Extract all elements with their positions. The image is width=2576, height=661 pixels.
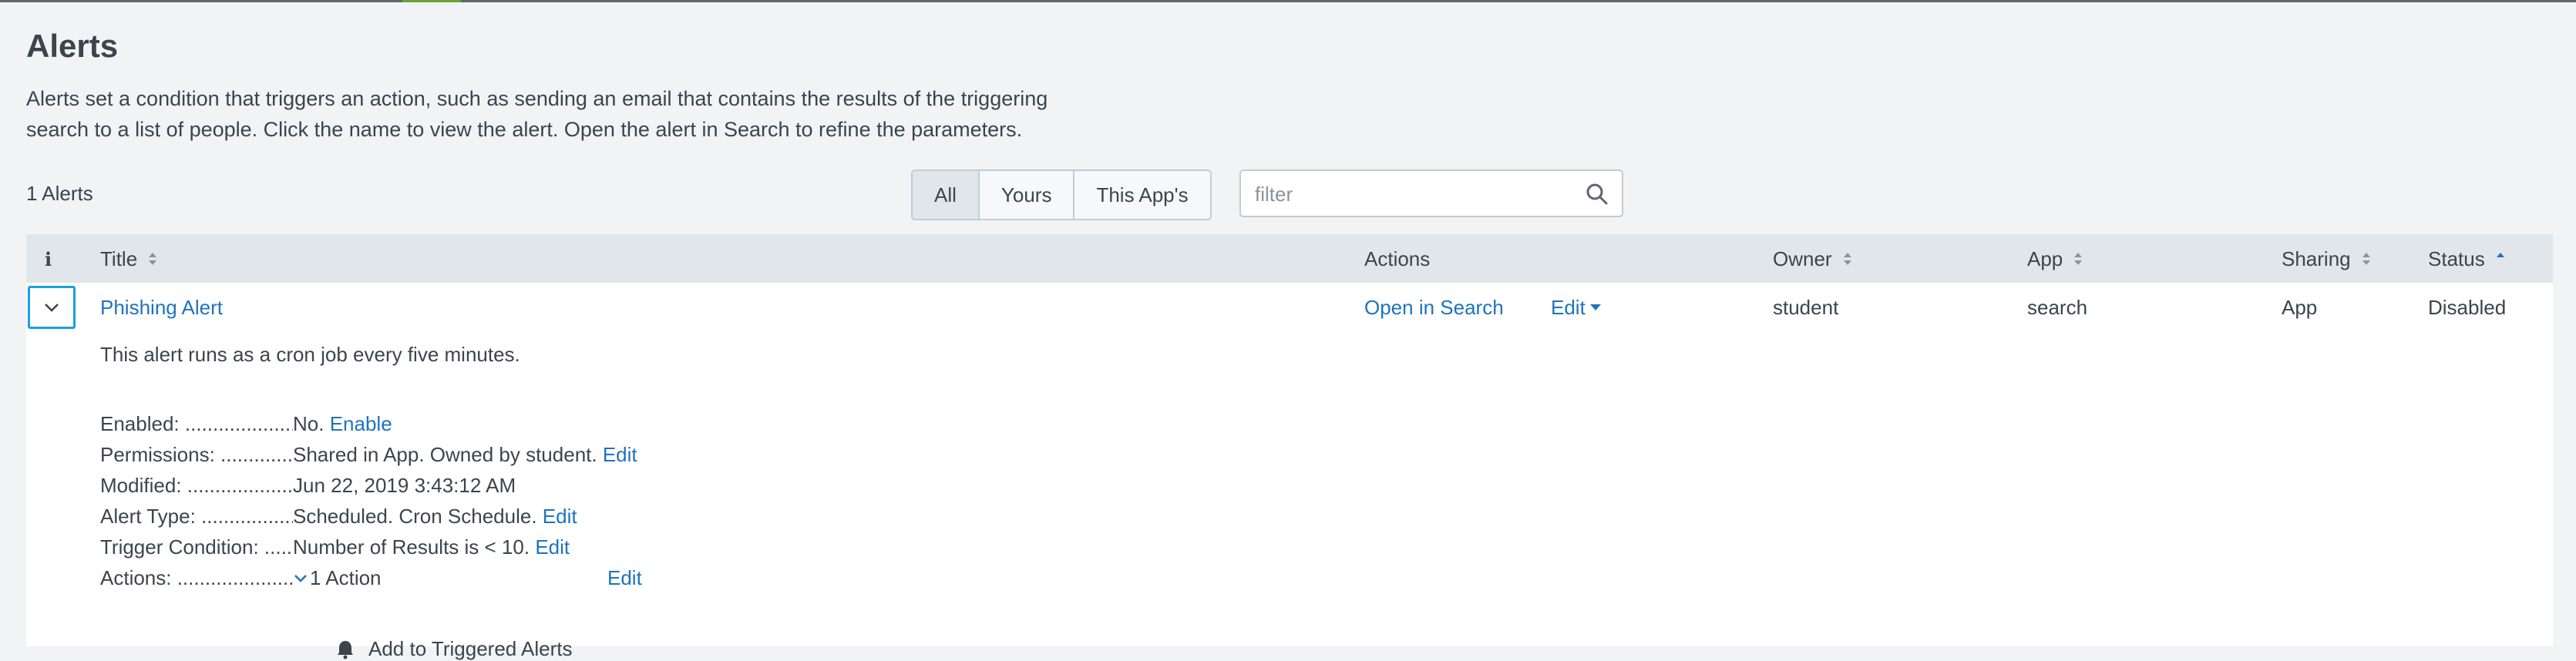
- alerts-table: i Title Actions Owner App Sharing Status: [26, 234, 2553, 660]
- column-title-label: Title: [100, 247, 138, 270]
- chevron-down-icon: [294, 574, 307, 582]
- detail-modified: Modified: .......................... Jun…: [100, 474, 516, 503]
- description-line-2: search to a list of people. Click the na…: [26, 118, 1023, 141]
- column-status-label: Status: [2428, 247, 2485, 270]
- ownership-filter-group: All Yours This App's: [911, 169, 1212, 220]
- filter-box: [1239, 169, 1623, 217]
- edit-alert-type-link[interactable]: Edit: [543, 505, 577, 528]
- column-owner-label: Owner: [1773, 247, 1832, 270]
- column-sharing-label: Sharing: [2282, 247, 2351, 270]
- caret-down-icon: [1589, 304, 1601, 310]
- search-icon[interactable]: [1585, 182, 1609, 206]
- edit-actions-link[interactable]: Edit: [607, 566, 642, 590]
- owner-cell: student: [1773, 295, 1839, 319]
- detail-label: Permissions: ....................: [100, 443, 293, 466]
- filter-all-button[interactable]: All: [913, 171, 980, 219]
- page-description: Alerts set a condition that triggers an …: [26, 83, 1152, 145]
- alerts-count: 1 Alerts: [26, 182, 93, 205]
- column-header-app[interactable]: App: [2027, 235, 2083, 283]
- alert-title-link[interactable]: Phishing Alert: [100, 283, 223, 332]
- detail-alert-type: Alert Type: ....................... Sche…: [100, 505, 577, 534]
- action-item: Add to Triggered Alerts: [336, 637, 572, 661]
- column-header-actions: Actions: [1364, 247, 1431, 270]
- sort-icon: [149, 253, 157, 265]
- info-column-header: i: [45, 247, 52, 270]
- sort-icon: [2362, 253, 2370, 265]
- detail-value: Shared in App. Owned by student.: [293, 443, 597, 466]
- alert-summary: This alert runs as a cron job every five…: [100, 343, 520, 366]
- sharing-cell: App: [2282, 295, 2318, 319]
- edit-dropdown[interactable]: Edit: [1551, 283, 1601, 332]
- sort-icon: [2074, 253, 2083, 265]
- detail-value: Number of Results is < 10.: [293, 535, 530, 559]
- detail-enabled: Enabled: .......................... No. …: [100, 412, 392, 441]
- table-row: Phishing Alert Open in Search Edit stude…: [26, 283, 2553, 332]
- detail-value: Scheduled. Cron Schedule.: [293, 505, 537, 528]
- column-header-status[interactable]: Status: [2428, 235, 2505, 283]
- detail-label: Actions: ............................: [100, 566, 293, 589]
- filter-input[interactable]: [1253, 179, 1565, 210]
- sort-ascending-icon: [2496, 253, 2504, 257]
- column-header-title[interactable]: Title: [100, 235, 157, 283]
- sort-icon: [1843, 253, 1851, 265]
- column-header-sharing[interactable]: Sharing: [2282, 235, 2371, 283]
- description-line-1: Alerts set a condition that triggers an …: [26, 87, 1048, 110]
- open-in-search-link[interactable]: Open in Search: [1364, 283, 1504, 332]
- detail-label: Trigger Condition: .......: [100, 535, 293, 559]
- enable-link[interactable]: Enable: [330, 412, 392, 435]
- detail-actions: Actions: ............................ 1 …: [100, 566, 642, 596]
- action-item-label: Add to Triggered Alerts: [368, 637, 573, 660]
- active-nav-indicator: [402, 0, 461, 2]
- filter-this-app-button[interactable]: This App's: [1074, 171, 1209, 219]
- edit-dropdown-label: Edit: [1551, 295, 1586, 319]
- chevron-down-icon: [45, 304, 59, 312]
- page-title: Alerts: [26, 28, 119, 64]
- detail-label: Modified: ..........................: [100, 474, 293, 497]
- column-app-label: App: [2027, 247, 2063, 270]
- actions-toggle[interactable]: 1 Action: [293, 566, 382, 590]
- detail-value: 1 Action: [310, 566, 382, 589]
- top-bar: [0, 0, 2576, 2]
- detail-value: Jun 22, 2019 3:43:12 AM: [293, 474, 516, 497]
- detail-label: Alert Type: .......................: [100, 505, 293, 528]
- detail-value: No.: [293, 412, 325, 435]
- detail-label: Enabled: ..........................: [100, 412, 293, 435]
- app-cell: search: [2027, 295, 2088, 319]
- column-header-owner[interactable]: Owner: [1773, 235, 1852, 283]
- edit-permissions-link[interactable]: Edit: [603, 443, 637, 466]
- bell-icon: [338, 640, 353, 659]
- filter-yours-button[interactable]: Yours: [980, 171, 1075, 219]
- detail-trigger-condition: Trigger Condition: ....... Number of Res…: [100, 535, 570, 565]
- status-cell: Disabled: [2428, 295, 2507, 319]
- table-header: i Title Actions Owner App Sharing Status: [26, 235, 2553, 283]
- row-expand-toggle[interactable]: [28, 286, 76, 329]
- detail-permissions: Permissions: .................... Shared…: [100, 443, 637, 472]
- edit-trigger-condition-link[interactable]: Edit: [535, 535, 570, 559]
